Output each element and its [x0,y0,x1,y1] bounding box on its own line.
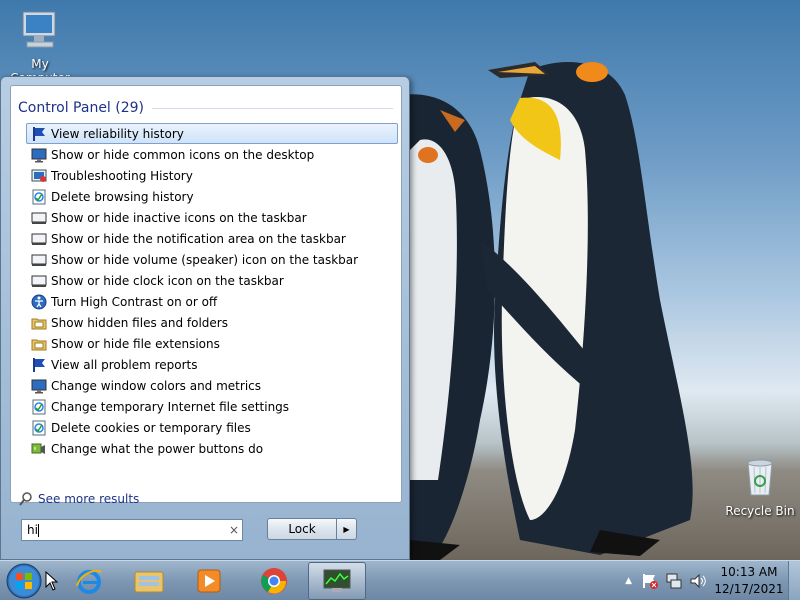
monitor-icon [31,147,47,163]
result-item-label: Change what the power buttons do [51,441,264,456]
taskbar-task-manager[interactable] [308,562,366,600]
monitor-icon [31,378,47,394]
troubleshoot-icon [31,168,47,184]
taskbar-icon [31,231,47,247]
result-item[interactable]: Delete browsing history [26,186,398,207]
taskbar-internet-explorer[interactable] [60,562,118,600]
internet-options-icon [31,189,47,205]
clear-search-icon[interactable]: × [226,523,242,537]
search-results-pane: Control Panel (29) View reliability hist… [10,85,402,506]
notification-area: ▲ 10:13 AM 12/17/2021 [625,561,800,600]
internet-explorer-icon [76,569,102,594]
flag-icon [31,357,47,373]
result-item-label: Change temporary Internet file settings [51,399,290,414]
search-value: hi [27,523,38,537]
clock-time: 10:13 AM [720,565,778,579]
result-item[interactable]: Show or hide clock icon on the taskbar [26,270,398,291]
task-manager-icon [323,569,351,592]
taskbar: ▲ 10:13 AM 12/17/2021 [0,560,800,600]
result-item-label: Turn High Contrast on or off [51,294,218,309]
show-hidden-icons-arrow-icon[interactable]: ▲ [625,576,632,586]
result-item-label: View all problem reports [51,357,198,372]
ease-of-access-icon [31,294,47,310]
result-item-label: Show or hide inactive icons on the taskb… [51,210,307,225]
lock-button[interactable]: Lock [267,518,337,540]
taskbar-icon [31,252,47,268]
group-divider [152,107,393,109]
result-item[interactable]: View reliability history [26,123,398,144]
shutdown-options-arrow-icon[interactable]: ▶ [337,518,357,540]
result-item-label: Show or hide common icons on the desktop [51,147,315,162]
power-options-icon [31,441,47,457]
result-item-label: Change window colors and metrics [51,378,261,393]
see-more-results-link[interactable]: See more results [18,491,139,507]
result-item-label: Show or hide volume (speaker) icon on th… [51,252,359,267]
result-group-title: Control Panel (29) [18,100,145,116]
taskbar-chrome[interactable] [245,562,303,600]
volume-icon[interactable] [689,572,707,590]
start-button[interactable] [4,561,44,600]
result-item-label: Show hidden files and folders [51,315,228,330]
clock-date: 12/17/2021 [714,582,784,596]
system-clock[interactable]: 10:13 AM 12/17/2021 [710,564,788,598]
result-item[interactable]: Show or hide file extensions [26,333,398,354]
action-center-flag-icon[interactable] [641,572,659,590]
result-item-label: Delete cookies or temporary files [51,420,251,435]
folder-options-icon [31,336,47,352]
result-item-label: Delete browsing history [51,189,194,204]
internet-options-icon [31,399,47,415]
result-item-label: Troubleshooting History [51,168,193,183]
result-item[interactable]: Show or hide common icons on the desktop [26,144,398,165]
result-item[interactable]: Troubleshooting History [26,165,398,186]
folder-options-icon [31,315,47,331]
result-item[interactable]: Change window colors and metrics [26,375,398,396]
result-list: View reliability history Show or hide com… [26,123,398,459]
result-group-header[interactable]: Control Panel (29) [18,100,393,116]
result-item[interactable]: Delete cookies or temporary files [26,417,398,438]
text-caret [37,524,39,537]
recycle-bin-label: Recycle Bin [725,504,795,518]
show-desktop-button[interactable] [788,561,800,600]
taskbar-icon [31,273,47,289]
result-item-label: View reliability history [51,126,184,141]
result-item[interactable]: Turn High Contrast on or off [26,291,398,312]
taskbar-media-player[interactable] [180,562,238,600]
chrome-icon [261,568,287,594]
my-computer-shortcut[interactable]: My Computer [0,8,80,85]
network-icon[interactable] [665,572,683,590]
recycle-bin-shortcut[interactable]: Recycle Bin [720,455,800,518]
magnifier-icon [19,492,32,506]
internet-options-icon [31,420,47,436]
media-player-icon [197,569,221,593]
windows-orb-icon [6,563,42,599]
taskbar-icon [31,210,47,226]
recycle-bin-icon [747,459,773,496]
lock-button-group: Lock ▶ [267,518,357,540]
result-item-label: Show or hide the notification area on th… [51,231,346,246]
search-value-wrap: hi [27,523,226,537]
start-search-input[interactable]: hi × [21,519,243,541]
result-item[interactable]: Change what the power buttons do [26,438,398,459]
flag-icon [31,126,47,142]
taskbar-windows-explorer[interactable] [120,562,178,600]
result-item[interactable]: Show or hide volume (speaker) icon on th… [26,249,398,270]
windows-explorer-icon [134,571,164,593]
result-item[interactable]: Show or hide inactive icons on the taskb… [26,207,398,228]
result-item-label: Show or hide file extensions [51,336,220,351]
see-more-label: See more results [38,492,140,506]
start-menu: Control Panel (29) View reliability hist… [0,76,410,560]
computer-icon [22,11,56,48]
result-item[interactable]: View all problem reports [26,354,398,375]
result-item[interactable]: Change temporary Internet file settings [26,396,398,417]
result-item-label: Show or hide clock icon on the taskbar [51,273,284,288]
result-item[interactable]: Show or hide the notification area on th… [26,228,398,249]
mouse-cursor-icon [45,571,59,591]
result-item[interactable]: Show hidden files and folders [26,312,398,333]
